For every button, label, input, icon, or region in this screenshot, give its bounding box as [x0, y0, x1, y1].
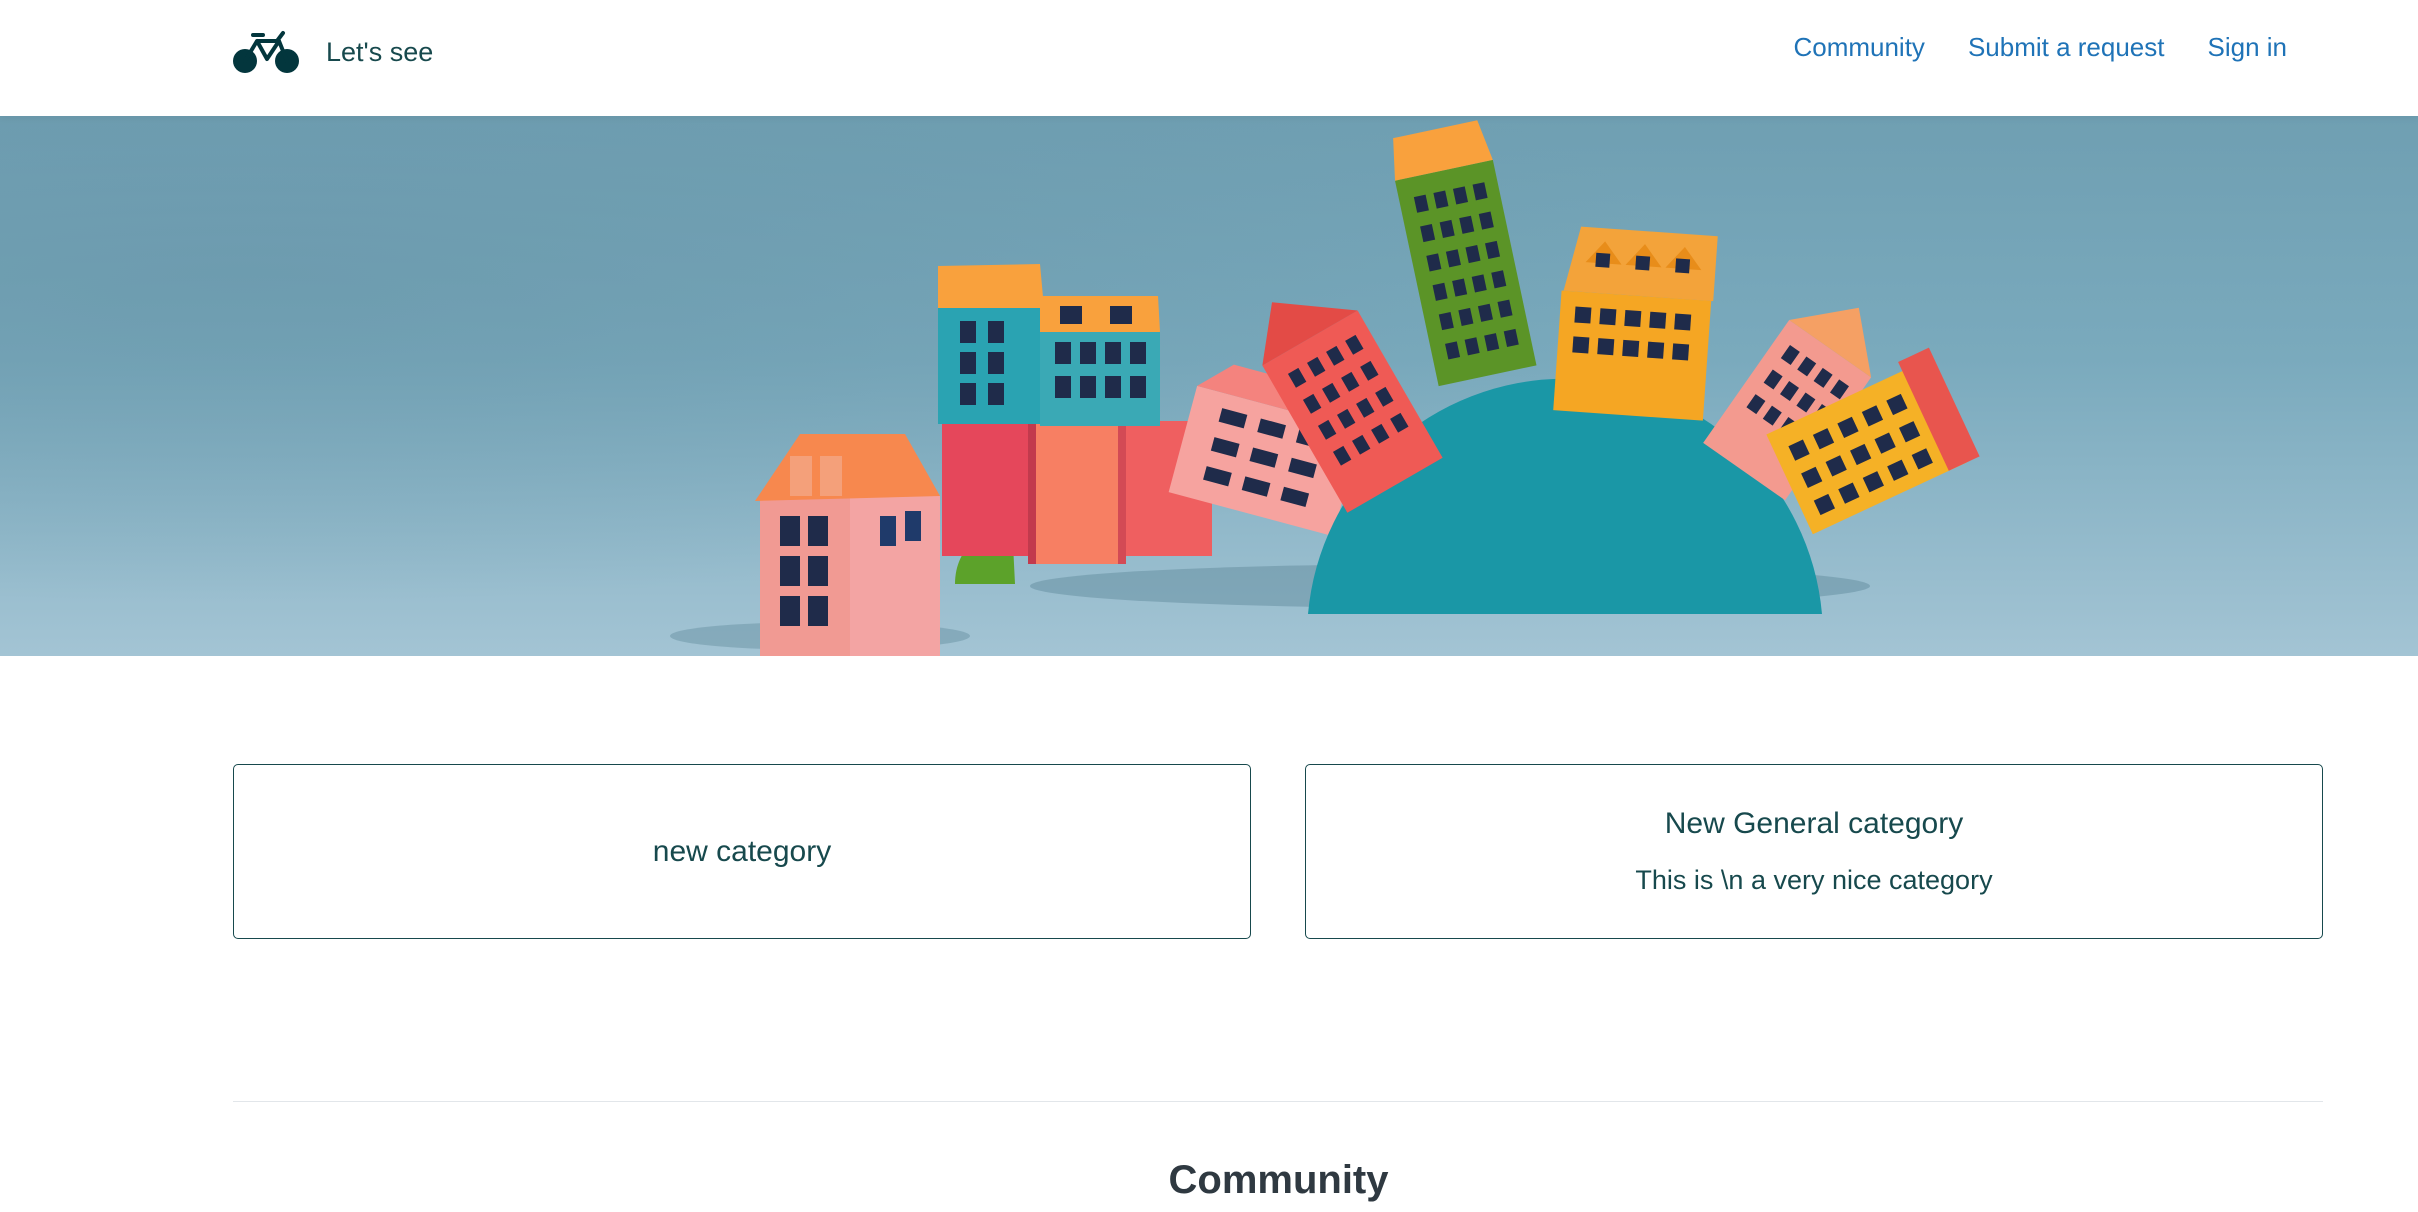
nav-submit-request-link[interactable]: Submit a request: [1968, 32, 2165, 63]
site-header: Let's see Community Submit a request Sig…: [0, 0, 2418, 116]
hero-banner: [0, 116, 2418, 656]
nav-sign-in-link[interactable]: Sign in: [2208, 32, 2288, 63]
category-block-new-category[interactable]: new category: [233, 764, 1251, 939]
category-title: New General category: [1664, 807, 1964, 840]
category-blocks: new category New General category This i…: [233, 764, 2323, 939]
bicycle-icon: [233, 31, 299, 73]
paper-houses-illustration: [0, 116, 2418, 656]
home-link[interactable]: Let's see: [233, 28, 433, 76]
user-nav: Community Submit a request Sign in: [1793, 32, 2287, 63]
category-block-new-general-category[interactable]: New General category This is \n a very n…: [1305, 764, 2323, 939]
community-heading: Community: [1168, 1158, 1389, 1202]
brand-name: Let's see: [326, 36, 434, 67]
category-title: new category: [652, 834, 832, 868]
nav-community-link[interactable]: Community: [1793, 32, 1924, 63]
section-divider: [233, 1101, 2323, 1102]
category-description: This is \n a very nice category: [1635, 865, 1993, 895]
